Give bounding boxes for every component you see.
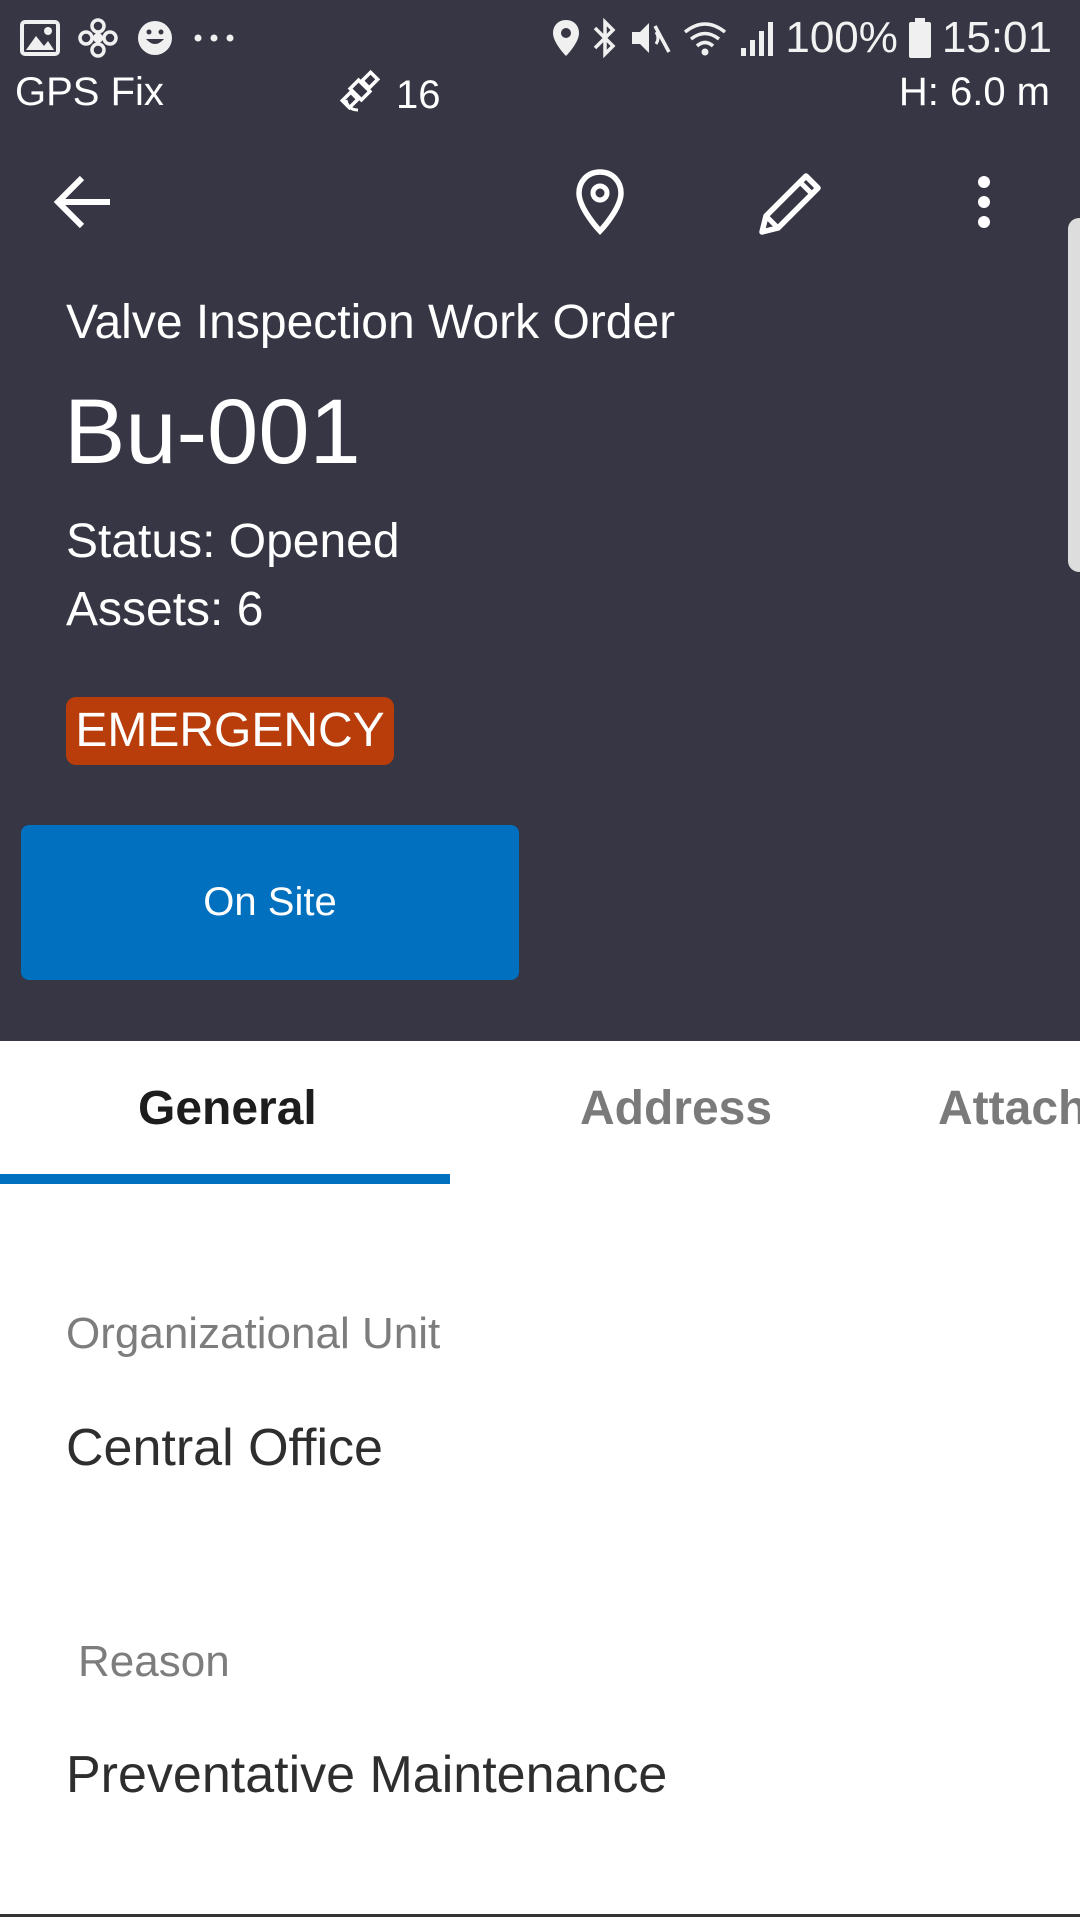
more-vertical-icon xyxy=(974,174,994,235)
bluetooth-icon xyxy=(591,17,619,59)
active-tab-indicator xyxy=(0,1174,450,1184)
pinwheel-icon xyxy=(78,18,118,58)
smiley-icon xyxy=(136,19,174,57)
wifi-icon xyxy=(681,18,729,58)
more-dots-icon xyxy=(192,32,236,44)
org-unit-label: Organizational Unit xyxy=(66,1309,441,1358)
reason-label: Reason xyxy=(78,1637,230,1686)
gps-fix-label: GPS Fix xyxy=(15,70,164,114)
location-icon xyxy=(551,18,581,58)
battery-percent: 100% xyxy=(785,13,898,62)
system-status-icons: 100% 15:01 xyxy=(551,12,1052,64)
mute-icon xyxy=(629,18,671,58)
work-order-assets: Assets: 6 xyxy=(66,583,264,636)
pencil-icon xyxy=(754,164,830,245)
battery-icon xyxy=(908,17,932,59)
show-on-map-button[interactable] xyxy=(558,162,642,246)
satellite-count-value: 16 xyxy=(396,72,441,117)
clock: 15:01 xyxy=(941,13,1052,62)
tab-general[interactable]: General xyxy=(138,1081,317,1136)
more-options-button[interactable] xyxy=(942,162,1026,246)
scrollbar-thumb[interactable] xyxy=(1068,218,1080,572)
work-order-type: Valve Inspection Work Order xyxy=(66,296,676,349)
tab-address[interactable]: Address xyxy=(580,1081,772,1136)
satellite-count: 16 xyxy=(336,66,441,124)
on-site-button-label: On Site xyxy=(203,880,337,924)
height-readout: H: 6.0 m xyxy=(898,70,1050,114)
gps-status-bar: GPS Fix 16 H: 6.0 m xyxy=(0,62,1080,126)
work-order-id: Bu-001 xyxy=(64,381,361,483)
priority-badge: EMERGENCY xyxy=(66,697,394,765)
tab-attachments[interactable]: Attach xyxy=(938,1081,1080,1136)
bottom-divider xyxy=(0,1914,1080,1917)
work-order-status: Status: Opened xyxy=(66,515,400,568)
arrow-left-icon xyxy=(52,170,116,239)
satellite-icon xyxy=(336,66,384,124)
org-unit-value: Central Office xyxy=(66,1419,383,1477)
gallery-icon xyxy=(20,20,60,56)
work-order-header: 100% 15:01 GPS Fix 16 H: 6.0 m Valve Ins… xyxy=(0,0,1080,1041)
signal-icon xyxy=(739,18,775,58)
map-pin-icon xyxy=(575,168,625,240)
on-site-button[interactable]: On Site xyxy=(21,825,519,980)
back-button[interactable] xyxy=(42,162,126,246)
reason-value: Preventative Maintenance xyxy=(66,1746,668,1804)
tab-bar: General Address Attach xyxy=(0,1041,1080,1186)
edit-button[interactable] xyxy=(750,162,834,246)
notification-icons xyxy=(20,14,236,62)
